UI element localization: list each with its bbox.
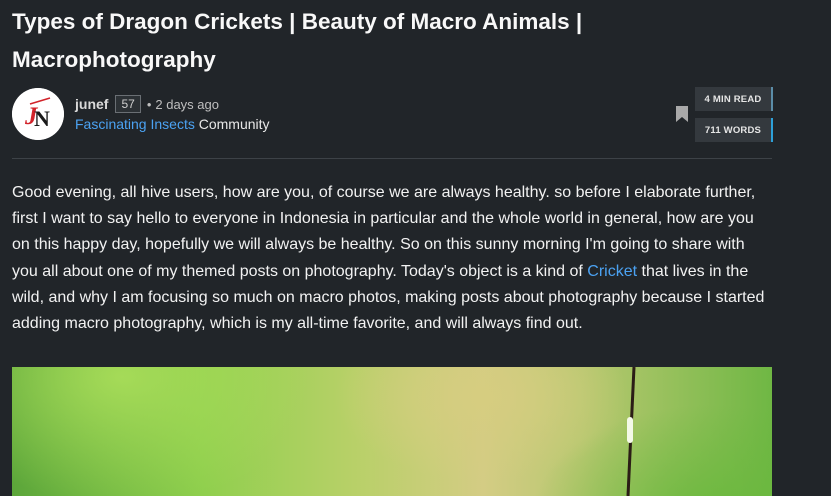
reputation-badge: 57 xyxy=(115,95,141,113)
cricket-link[interactable]: Cricket xyxy=(587,263,637,280)
post-body: Good evening, all hive users, how are yo… xyxy=(12,180,772,337)
post-timestamp[interactable]: 2 days ago xyxy=(155,97,219,112)
post-image[interactable] xyxy=(12,367,772,496)
avatar[interactable]: J N xyxy=(12,88,64,140)
bookmark-icon[interactable] xyxy=(676,106,688,122)
header-divider xyxy=(12,158,772,159)
word-count-badge: 711 WORDS xyxy=(695,118,773,142)
community-link[interactable]: Fascinating Insects xyxy=(75,116,195,132)
read-time-badge: 4 MIN READ xyxy=(695,87,773,111)
avatar-logo: J N xyxy=(12,88,64,140)
post-title: Types of Dragon Crickets | Beauty of Mac… xyxy=(12,9,583,72)
author-info: J N junef 57 • 2 days ago Fascinating In… xyxy=(12,87,773,144)
community-label: Community xyxy=(198,116,270,132)
avatar-initial-n: N xyxy=(34,106,50,131)
author-username[interactable]: junef xyxy=(75,96,108,112)
meta-separator: • xyxy=(146,96,152,112)
cricket-antenna xyxy=(626,367,636,496)
